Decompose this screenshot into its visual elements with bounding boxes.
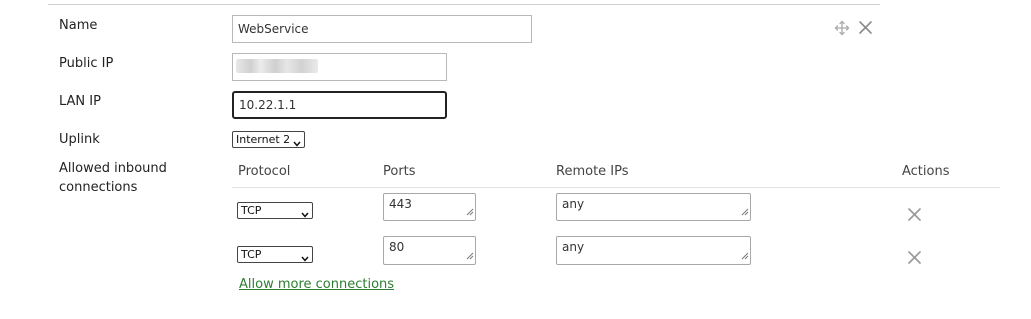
allow-more-connections-link[interactable]: Allow more connections bbox=[239, 277, 394, 293]
lan-ip-field[interactable]: 10.22.1.1 bbox=[232, 91, 447, 119]
delete-row-icon[interactable] bbox=[907, 207, 922, 226]
remote-ips-field[interactable]: any bbox=[556, 236, 751, 265]
uplink-selected-value: Internet 2 bbox=[236, 133, 291, 146]
resize-grip-icon[interactable] bbox=[466, 249, 474, 263]
close-icon[interactable] bbox=[858, 20, 873, 39]
name-label: Name bbox=[59, 18, 98, 33]
ports-field[interactable]: 443 bbox=[383, 193, 476, 221]
ports-value: 80 bbox=[389, 240, 405, 254]
uplink-select[interactable]: Internet 2 bbox=[232, 131, 305, 148]
column-header-protocol: Protocol bbox=[238, 164, 291, 179]
ports-value: 443 bbox=[389, 197, 412, 211]
protocol-select[interactable]: TCP bbox=[237, 202, 313, 219]
delete-row-icon[interactable] bbox=[907, 250, 922, 269]
remote-ips-field[interactable]: any bbox=[556, 193, 751, 221]
allowed-inbound-label-line2: connections bbox=[59, 180, 138, 195]
chevron-down-icon bbox=[301, 251, 309, 266]
remote-ips-value: any bbox=[562, 197, 585, 211]
name-field[interactable]: WebService bbox=[232, 15, 532, 43]
resize-grip-icon[interactable] bbox=[466, 205, 474, 219]
chevron-down-icon bbox=[293, 136, 301, 151]
column-header-ports: Ports bbox=[383, 164, 416, 179]
protocol-selected-value: TCP bbox=[241, 248, 262, 261]
redacted-ip bbox=[236, 59, 318, 73]
uplink-label: Uplink bbox=[59, 132, 100, 147]
protocol-select[interactable]: TCP bbox=[237, 246, 313, 263]
public-ip-label: Public IP bbox=[59, 56, 114, 71]
table-header-divider bbox=[232, 187, 1000, 188]
ports-field[interactable]: 80 bbox=[383, 236, 476, 265]
chevron-down-icon bbox=[301, 207, 309, 222]
public-ip-field[interactable] bbox=[232, 53, 447, 81]
column-header-remote-ips: Remote IPs bbox=[556, 164, 629, 179]
protocol-selected-value: TCP bbox=[241, 204, 262, 217]
allowed-inbound-label: Allowed inbound connections bbox=[59, 159, 209, 197]
lan-ip-label: LAN IP bbox=[59, 94, 101, 109]
resize-grip-icon[interactable] bbox=[741, 205, 749, 219]
move-icon[interactable] bbox=[834, 20, 850, 40]
column-header-actions: Actions bbox=[902, 164, 950, 179]
top-divider bbox=[48, 4, 880, 5]
resize-grip-icon[interactable] bbox=[741, 249, 749, 263]
allowed-inbound-label-line1: Allowed inbound bbox=[59, 161, 167, 176]
remote-ips-value: any bbox=[562, 240, 585, 254]
